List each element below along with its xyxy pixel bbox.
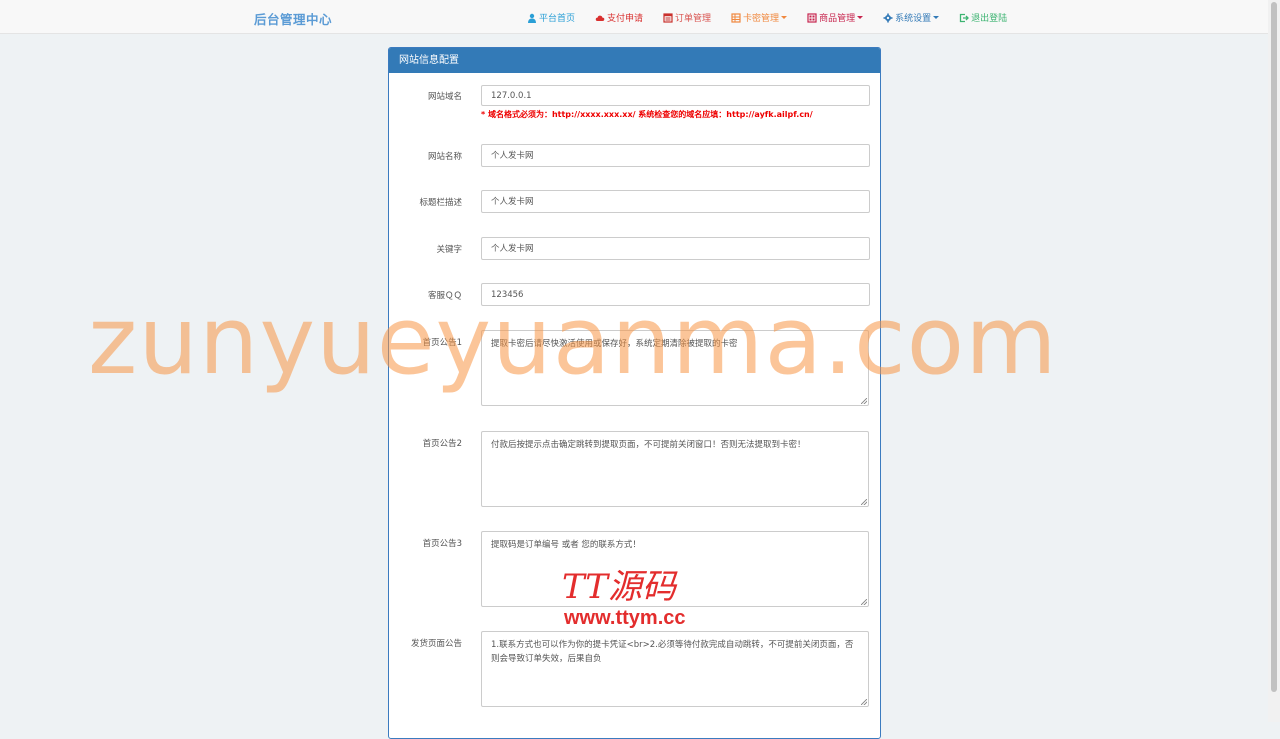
grid-icon bbox=[807, 12, 817, 23]
ship-notice-text: 1.联系方式也可以作为你的提卡凭证<br>2.必须等待付款完成自动跳转，不可提前… bbox=[491, 640, 854, 664]
nav-order-manage[interactable]: 订单管理 bbox=[663, 11, 711, 24]
nav-label: 平台首页 bbox=[539, 14, 576, 24]
scrollbar-thumb[interactable] bbox=[1271, 2, 1277, 692]
keywords-label: 关键字 bbox=[436, 245, 462, 255]
keywords-input[interactable]: 个人发卡网 bbox=[481, 237, 870, 260]
nav-label: 退出登陆 bbox=[971, 14, 1008, 24]
notice1-textarea[interactable]: 提取卡密后请尽快激活使用或保存好，系统定期清除被提取的卡密 bbox=[481, 330, 869, 406]
nav-platform-home[interactable]: 平台首页 bbox=[527, 11, 575, 24]
panel-title: 网站信息配置 bbox=[389, 48, 880, 73]
notice3-text: 提取码是订单编号 或者 您的联系方式！ bbox=[491, 540, 641, 550]
ship-notice-label: 发货页面公告 bbox=[410, 639, 462, 649]
domain-help-text: * 域名格式必须为：http://xxxx.xxx.xx/ 系统检查您的域名应填… bbox=[481, 110, 813, 119]
nav-label: 订单管理 bbox=[675, 14, 712, 24]
site-config-panel: 网站信息配置 网站域名 127.0.0.1 * 域名格式必须为：http://x… bbox=[388, 47, 881, 739]
title-desc-label: 标题栏描述 bbox=[419, 198, 462, 208]
cloud-icon bbox=[595, 15, 605, 21]
top-navbar: 后台管理中心 平台首页 支付申请 订单管理 卡密管理 商品管理 系统设置 退出登… bbox=[0, 0, 1268, 34]
notice1-text: 提取卡密后请尽快激活使用或保存好，系统定期清除被提取的卡密 bbox=[491, 339, 738, 349]
resize-grip-icon[interactable] bbox=[861, 699, 867, 705]
notice2-label: 首页公告2 bbox=[422, 439, 462, 449]
chevron-down-icon bbox=[857, 16, 864, 19]
nav-label: 卡密管理 bbox=[743, 14, 780, 24]
nav-system-settings[interactable]: 系统设置 bbox=[883, 11, 940, 24]
brand-title[interactable]: 后台管理中心 bbox=[254, 9, 332, 28]
domain-label: 网站域名 bbox=[427, 92, 462, 102]
chevron-down-icon bbox=[933, 16, 940, 19]
page-scrollbar[interactable] bbox=[1268, 0, 1280, 722]
nav-label: 系统设置 bbox=[895, 14, 932, 24]
nav-logout[interactable]: 退出登陆 bbox=[959, 11, 1007, 24]
nav-card-manage[interactable]: 卡密管理 bbox=[731, 11, 788, 24]
nav-label: 支付申请 bbox=[607, 14, 644, 24]
site-name-label: 网站名称 bbox=[427, 152, 462, 162]
resize-grip-icon[interactable] bbox=[861, 398, 867, 404]
title-desc-input[interactable]: 个人发卡网 bbox=[481, 190, 870, 213]
notice2-textarea[interactable]: 付款后按提示点击确定跳转到提取页面，不可提前关闭窗口！否则无法提取到卡密！ bbox=[481, 431, 869, 507]
list-icon bbox=[663, 12, 673, 23]
domain-input[interactable]: 127.0.0.1 bbox=[481, 85, 870, 106]
ship-notice-textarea[interactable]: 1.联系方式也可以作为你的提卡凭证<br>2.必须等待付款完成自动跳转，不可提前… bbox=[481, 631, 869, 707]
nav-payment-apply[interactable]: 支付申请 bbox=[595, 11, 643, 24]
logout-icon bbox=[959, 13, 970, 22]
main-nav: 平台首页 支付申请 订单管理 卡密管理 商品管理 系统设置 退出登陆 bbox=[527, 11, 1007, 24]
nav-label: 商品管理 bbox=[819, 14, 856, 24]
qq-input[interactable]: 123456 bbox=[481, 283, 870, 306]
site-name-input[interactable]: 个人发卡网 bbox=[481, 144, 870, 167]
resize-grip-icon[interactable] bbox=[861, 599, 867, 605]
resize-grip-icon[interactable] bbox=[861, 499, 867, 505]
notice1-label: 首页公告1 bbox=[422, 338, 462, 348]
user-icon bbox=[528, 13, 536, 23]
notice2-text: 付款后按提示点击确定跳转到提取页面，不可提前关闭窗口！否则无法提取到卡密！ bbox=[491, 440, 806, 450]
chevron-down-icon bbox=[781, 16, 788, 19]
qq-label: 客服ＱＱ bbox=[427, 291, 462, 301]
table-icon bbox=[731, 12, 741, 23]
notice3-textarea[interactable]: 提取码是订单编号 或者 您的联系方式！ bbox=[481, 531, 869, 607]
nav-goods-manage[interactable]: 商品管理 bbox=[807, 11, 864, 24]
notice3-label: 首页公告3 bbox=[422, 539, 462, 549]
gear-icon bbox=[883, 13, 893, 22]
